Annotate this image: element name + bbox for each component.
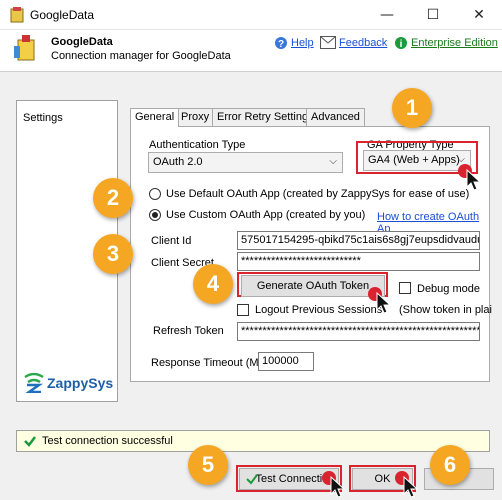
general-tab-page: Authentication Type OAuth 2.0 ⌵ GA Prope… — [130, 126, 492, 382]
tab-general[interactable]: General — [130, 108, 180, 127]
feedback-icon — [320, 36, 336, 49]
header-title: GoogleData — [51, 36, 113, 48]
chevron-down-icon: ⌵ — [329, 156, 337, 167]
show-token-label: (Show token in plai — [399, 304, 492, 316]
cursor-arrow-icon — [403, 475, 419, 498]
response-timeout-label: Response Timeout (Ms) — [151, 357, 268, 369]
custom-oauth-label: Use Custom OAuth App (created by you) — [166, 209, 366, 221]
auth-type-select[interactable]: OAuth 2.0 ⌵ — [148, 152, 343, 173]
enterprise-edition-link[interactable]: Enterprise Edition — [411, 37, 498, 49]
custom-oauth-radio[interactable] — [149, 209, 161, 221]
edition-icon: i — [395, 37, 407, 50]
tab-advanced[interactable]: Advanced — [306, 108, 365, 126]
debug-mode-label: Debug mode — [417, 283, 480, 295]
ga-property-select[interactable]: GA4 (Web + Apps) ⌵ — [363, 150, 471, 171]
status-message: Test connection successful — [16, 430, 490, 452]
ga-property-value: GA4 (Web + Apps) — [368, 154, 460, 166]
header-subtitle: Connection manager for GoogleData — [51, 50, 231, 62]
minimize-button[interactable]: — — [364, 0, 410, 30]
refresh-token-label: Refresh Token — [153, 325, 224, 337]
tab-proxy[interactable]: Proxy — [176, 108, 215, 126]
refresh-token-field[interactable]: ****************************************… — [237, 322, 480, 341]
default-oauth-radio[interactable] — [149, 188, 161, 200]
app-icon — [10, 7, 24, 23]
response-timeout-field[interactable]: 100000 — [258, 352, 314, 371]
maximize-button[interactable]: ☐ — [410, 0, 456, 30]
client-id-label: Client Id — [151, 235, 192, 247]
zappysys-logo-icon — [24, 373, 44, 393]
step-badge-5: 5 — [188, 445, 228, 485]
tab-error-retry-settings[interactable]: Error Retry Settings — [212, 108, 319, 126]
googledata-logo-icon — [14, 35, 35, 61]
step-badge-1: 1 — [392, 88, 432, 128]
logout-previous-checkbox[interactable] — [237, 304, 249, 316]
status-text: Test connection successful — [42, 435, 173, 447]
cursor-arrow-icon — [376, 291, 392, 314]
sidebar-item-settings[interactable]: Settings — [23, 112, 63, 124]
step-badge-2: 2 — [93, 178, 133, 218]
help-icon: ? — [275, 37, 287, 50]
check-icon — [24, 436, 36, 447]
auth-type-value: OAuth 2.0 — [153, 156, 203, 168]
cursor-arrow-icon — [330, 475, 346, 498]
client-secret-field[interactable]: **************************** — [237, 252, 480, 271]
help-link[interactable]: Help — [291, 37, 314, 49]
default-oauth-label: Use Default OAuth App (created by ZappyS… — [166, 188, 470, 200]
svg-text:i: i — [400, 39, 403, 50]
cursor-arrow-icon — [466, 168, 482, 191]
check-icon — [246, 474, 258, 485]
window-title: GoogleData — [30, 8, 95, 22]
step-badge-6: 6 — [430, 445, 470, 485]
brand-name: ZappySys — [47, 375, 114, 391]
zappysys-logo: ZappySys — [23, 371, 115, 397]
svg-text:?: ? — [278, 39, 284, 50]
close-button[interactable]: ✕ — [456, 0, 502, 30]
step-badge-4: 4 — [193, 264, 233, 304]
auth-type-label: Authentication Type — [149, 139, 246, 151]
header: GoogleData Connection manager for Google… — [0, 30, 502, 72]
logout-previous-label: Logout Previous Sessions — [255, 304, 383, 316]
title-bar: GoogleData — ☐ ✕ — [0, 0, 502, 30]
client-id-field[interactable]: 575017154295-qbikd75c1ais6s8gj7eupsdidva… — [237, 231, 480, 250]
feedback-link[interactable]: Feedback — [339, 37, 387, 49]
debug-mode-checkbox[interactable] — [399, 282, 411, 294]
step-badge-3: 3 — [93, 234, 133, 274]
generate-oauth-token-button[interactable]: Generate OAuth Token — [241, 275, 385, 297]
